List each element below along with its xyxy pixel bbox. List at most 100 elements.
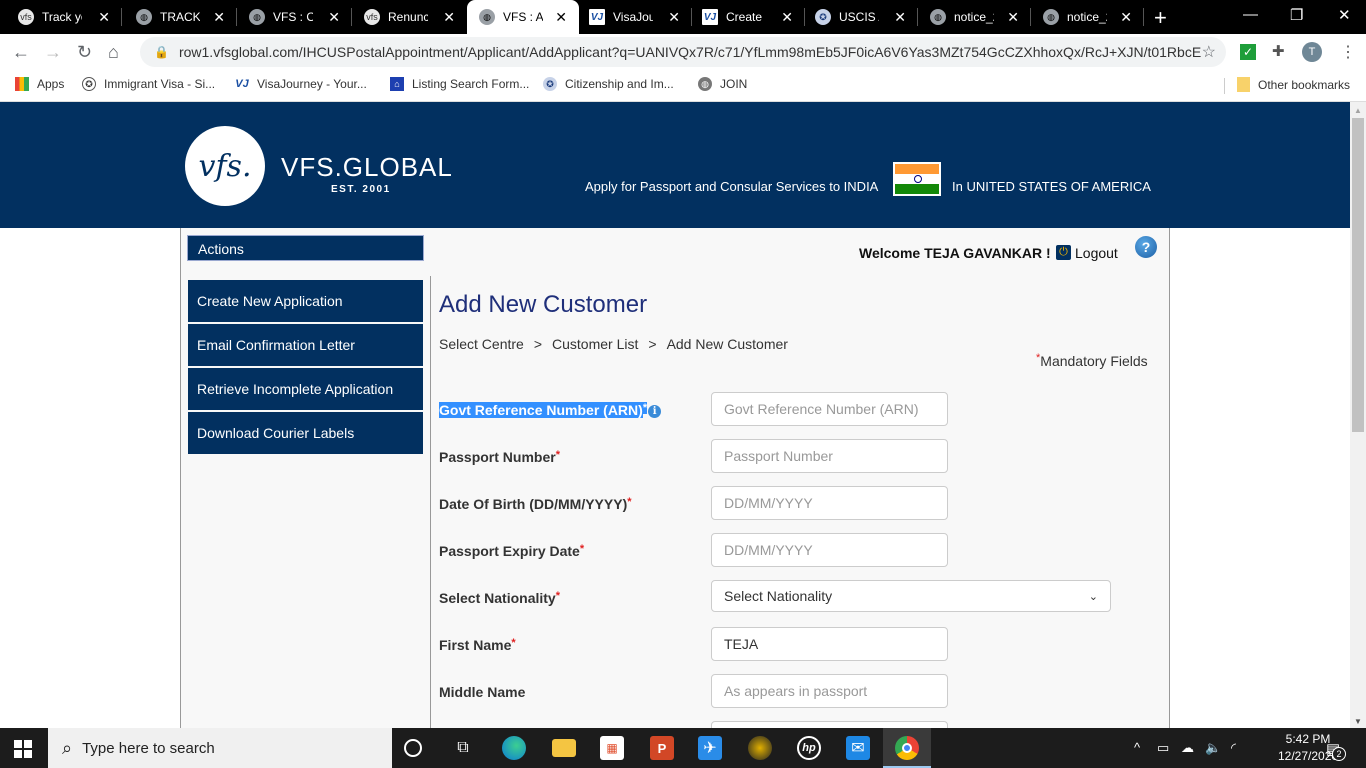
site-header: vfs. VFS.GLOBAL EST. 2001 Apply for Pass… (0, 102, 1350, 228)
edge-browser-icon[interactable] (502, 736, 526, 760)
dhs-seal-icon: ✪ (543, 77, 557, 91)
tab-vfs-add-active[interactable]: ◍VFS : Add✕ (467, 0, 579, 34)
bookmark-immigrant-visa[interactable]: ✪ Immigrant Visa - Si... (82, 77, 215, 91)
wifi-icon[interactable]: ◜ (1231, 740, 1236, 756)
tab-close-icon[interactable]: ✕ (1007, 9, 1019, 25)
first-name-label: First Name* (439, 637, 516, 653)
tab-renunciation[interactable]: vfsRenunciat✕ (352, 0, 467, 34)
tab-close-icon[interactable]: ✕ (328, 9, 340, 25)
scrollbar-thumb[interactable] (1352, 118, 1364, 432)
address-bar[interactable]: 🔒 row1.vfsglobal.com/IHCUSPostalAppointm… (140, 37, 1226, 67)
middle-name-input[interactable] (711, 674, 948, 708)
extensions-puzzle-icon[interactable]: ✚ (1272, 42, 1285, 60)
windows-taskbar: ⌕ Type here to search ⧉ ▦ P ✈ hp ✉ ^ ▭ ☁ … (0, 728, 1366, 768)
scroll-down-arrow-icon[interactable]: ▼ (1354, 717, 1362, 726)
globe-icon: ◍ (249, 9, 265, 25)
powerpoint-icon[interactable]: P (650, 736, 674, 760)
taskbar-search-box[interactable]: ⌕ Type here to search (48, 728, 392, 768)
breadcrumb-separator: > (533, 336, 543, 352)
forward-button[interactable]: → (44, 42, 62, 63)
tab-vfs-oci[interactable]: ◍VFS : OCI✕ (237, 0, 352, 34)
first-name-input[interactable] (711, 627, 948, 661)
profile-avatar[interactable]: T (1302, 42, 1322, 62)
bookmark-visajourney[interactable]: VJ VisaJourney - Your... (235, 77, 367, 91)
apps-grid-icon (15, 77, 29, 91)
task-view-icon[interactable]: ⧉ (451, 736, 475, 760)
onedrive-cloud-icon[interactable]: ☁ (1181, 740, 1194, 756)
reload-button[interactable]: ↻ (77, 42, 92, 63)
webcam-app-icon[interactable] (748, 736, 772, 760)
header-tagline: Apply for Passport and Consular Services… (585, 179, 879, 194)
power-icon[interactable]: ⏻ (1056, 245, 1071, 260)
date-of-birth-input[interactable] (711, 486, 948, 520)
tab-visajourney[interactable]: VJVisaJourn✕ (579, 0, 692, 34)
mandatory-fields-note: *Mandatory Fields (1036, 352, 1148, 369)
close-window-button[interactable]: ✕ (1338, 6, 1351, 24)
bookmark-listing-search[interactable]: ⌂ Listing Search Form... (390, 77, 529, 91)
bookmark-citizenship[interactable]: ✪ Citizenship and Im... (543, 77, 674, 91)
new-tab-button[interactable]: + (1154, 5, 1167, 31)
breadcrumb-customer-list[interactable]: Customer List (552, 336, 638, 352)
minimize-button[interactable]: — (1243, 6, 1258, 23)
tab-track-yo[interactable]: ◍TRACK YO✕ (122, 0, 237, 34)
cortana-icon[interactable] (404, 739, 422, 757)
bookmark-join[interactable]: ◍ JOIN (698, 77, 747, 91)
restore-button[interactable]: ❐ (1290, 6, 1303, 24)
tab-create-new[interactable]: VJCreate Ne✕ (692, 0, 805, 34)
tab-close-icon[interactable]: ✕ (555, 9, 567, 25)
passport-number-input[interactable] (711, 439, 948, 473)
battery-icon[interactable]: ▭ (1157, 740, 1169, 756)
checkmark-extension-icon[interactable]: ✓ (1240, 44, 1256, 60)
help-icon[interactable]: ? (1135, 236, 1157, 258)
browser-tab-bar: vfsTrack your✕ ◍TRACK YO✕ ◍VFS : OCI✕ vf… (0, 0, 1366, 34)
other-bookmarks[interactable]: Other bookmarks (1237, 77, 1350, 92)
passport-expiry-input[interactable] (711, 533, 948, 567)
sidebar-item-retrieve-incomplete-application[interactable]: Retrieve Incomplete Application (188, 368, 423, 410)
microsoft-store-icon[interactable]: ▦ (600, 736, 624, 760)
info-icon[interactable]: i (648, 405, 662, 418)
url-text[interactable]: row1.vfsglobal.com/IHCUSPostalAppointmen… (179, 44, 1202, 60)
tab-notice-21[interactable]: ◍notice_21✕ (1031, 0, 1144, 34)
menu-kebab-icon[interactable]: ⋮ (1340, 42, 1356, 62)
volume-icon[interactable]: 🔈 (1205, 740, 1221, 756)
sidebar-item-download-courier-labels[interactable]: Download Courier Labels (188, 412, 423, 454)
state-dept-seal-icon: ✪ (82, 77, 96, 91)
visajourney-icon: VJ (235, 78, 249, 90)
date-of-birth-label: Date Of Birth (DD/MM/YYYY)* (439, 496, 632, 512)
sidebar-item-create-new-application[interactable]: Create New Application (188, 280, 423, 322)
vfs-logo-mark[interactable]: vfs. (185, 126, 265, 206)
scroll-up-arrow-icon[interactable]: ▲ (1354, 106, 1362, 115)
breadcrumb-select-centre[interactable]: Select Centre (439, 336, 524, 352)
tab-close-icon[interactable]: ✕ (668, 9, 680, 25)
bookmark-apps[interactable]: Apps (15, 77, 64, 91)
chrome-taskbar-button[interactable] (883, 728, 931, 768)
page-viewport: vfs. VFS.GLOBAL EST. 2001 Apply for Pass… (0, 102, 1350, 728)
bookmark-star-icon[interactable]: ☆ (1202, 42, 1216, 62)
tab-uscis[interactable]: ✪USCIS Ac✕ (805, 0, 918, 34)
tab-notice-22[interactable]: ◍notice_22✕ (918, 0, 1031, 34)
page-scrollbar[interactable]: ▲ ▼ (1350, 102, 1366, 728)
breadcrumb-separator: > (648, 336, 657, 352)
arn-input[interactable] (711, 392, 948, 426)
logout-link[interactable]: Logout (1075, 245, 1118, 261)
last-name-input-partial[interactable] (711, 721, 948, 728)
back-button[interactable]: ← (12, 42, 30, 63)
tab-close-icon[interactable]: ✕ (781, 9, 793, 25)
tab-close-icon[interactable]: ✕ (98, 9, 110, 25)
bookmarks-divider (1224, 78, 1225, 94)
tab-track-your[interactable]: vfsTrack your✕ (0, 0, 122, 34)
nationality-select[interactable]: Select Nationality ⌄ (711, 580, 1111, 612)
tab-close-icon[interactable]: ✕ (443, 9, 455, 25)
rocket-app-icon[interactable]: ✈ (698, 736, 722, 760)
hp-icon[interactable]: hp (797, 736, 821, 760)
home-button[interactable]: ⌂ (108, 42, 119, 63)
tab-close-icon[interactable]: ✕ (894, 9, 906, 25)
breadcrumb: Select Centre > Customer List > Add New … (439, 336, 788, 352)
tab-close-icon[interactable]: ✕ (213, 9, 225, 25)
tab-close-icon[interactable]: ✕ (1120, 9, 1132, 25)
sidebar-item-email-confirmation-letter[interactable]: Email Confirmation Letter (188, 324, 423, 366)
file-explorer-icon[interactable] (552, 739, 576, 757)
show-hidden-icons-chevron[interactable]: ^ (1134, 740, 1140, 755)
mail-icon[interactable]: ✉ (846, 736, 870, 760)
windows-start-icon[interactable] (14, 740, 32, 758)
